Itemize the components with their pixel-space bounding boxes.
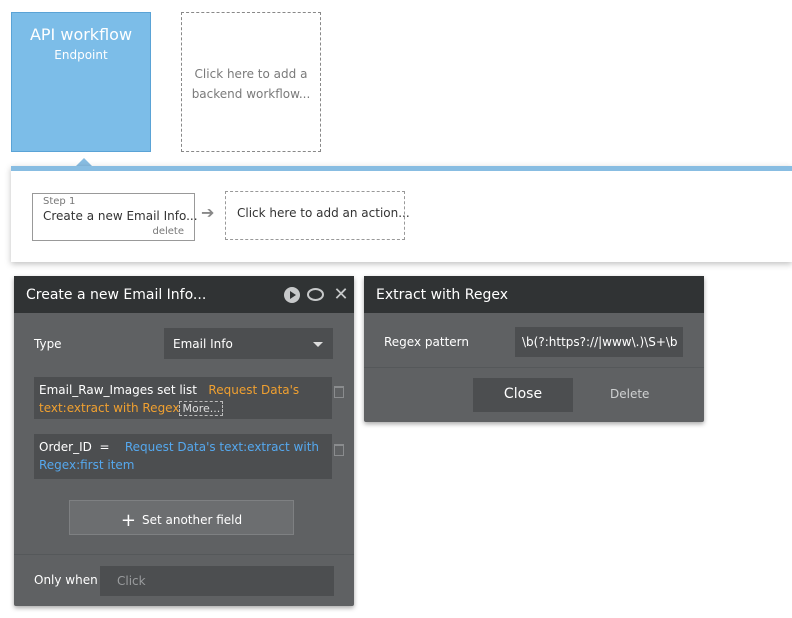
api-workflow-subtitle: Endpoint	[54, 48, 108, 62]
step-1-card[interactable]: Step 1 Create a new Email Info... delete	[32, 193, 198, 241]
field-operator: =	[99, 440, 110, 454]
trash-icon[interactable]	[334, 444, 344, 456]
play-icon[interactable]	[284, 287, 300, 303]
field-row-order-id[interactable]: Order_ID = Request Data's text:extract w…	[34, 434, 332, 479]
close-button[interactable]: Close	[473, 378, 573, 412]
only-when-input[interactable]: Click	[100, 566, 334, 596]
band-pointer	[76, 158, 92, 166]
type-label: Type	[34, 337, 62, 351]
api-workflow-card[interactable]: API workflow Endpoint	[11, 12, 151, 152]
arrow-right-icon: ➔	[201, 203, 215, 222]
more-button[interactable]: More...	[179, 401, 224, 416]
type-selected-value: Email Info	[173, 337, 233, 351]
add-backend-line2: backend workflow...	[191, 87, 311, 101]
regex-pattern-input[interactable]: \b(?:https?://|www\.)\S+\b	[515, 327, 683, 357]
add-backend-workflow-placeholder[interactable]: Click here to add a backend workflow...	[181, 12, 321, 152]
divider	[364, 367, 704, 368]
regex-panel-title: Extract with Regex	[376, 287, 508, 303]
action-panel-title: Create a new Email Info...	[26, 287, 207, 303]
action-panel-header: Create a new Email Info...	[14, 276, 354, 313]
step-name: Create a new Email Info...	[43, 209, 198, 223]
api-workflow-title: API workflow	[29, 25, 133, 44]
field-name: Email_Raw_Images set list	[39, 383, 197, 397]
action-editor-panel: Create a new Email Info... ✕ Type Email …	[14, 276, 354, 606]
regex-editor-panel: Extract with Regex Regex pattern \b(?:ht…	[364, 276, 704, 422]
chevron-down-icon	[313, 342, 323, 347]
add-backend-line1: Click here to add a	[194, 67, 308, 81]
add-action-placeholder[interactable]: Click here to add an action...	[225, 191, 410, 240]
type-dropdown[interactable]: Email Info	[164, 328, 333, 359]
set-field-label: Set another field	[141, 513, 243, 527]
step-number-label: Step 1	[43, 196, 76, 207]
step-delete-link[interactable]: delete	[152, 226, 184, 237]
plus-icon: +	[120, 510, 136, 531]
delete-button[interactable]: Delete	[610, 387, 649, 401]
divider	[14, 554, 354, 555]
field-row-email-raw-images[interactable]: Email_Raw_Images set list Request Data's…	[34, 377, 332, 419]
regex-panel-header: Extract with Regex	[364, 276, 704, 313]
regex-pattern-label: Regex pattern	[384, 335, 469, 349]
close-icon[interactable]: ✕	[333, 286, 349, 304]
comment-icon[interactable]	[307, 288, 324, 301]
set-another-field-button[interactable]: + Set another field	[69, 500, 294, 535]
trash-icon[interactable]	[334, 386, 344, 398]
field-name: Order_ID	[39, 440, 92, 454]
only-when-label: Only when	[34, 573, 98, 587]
